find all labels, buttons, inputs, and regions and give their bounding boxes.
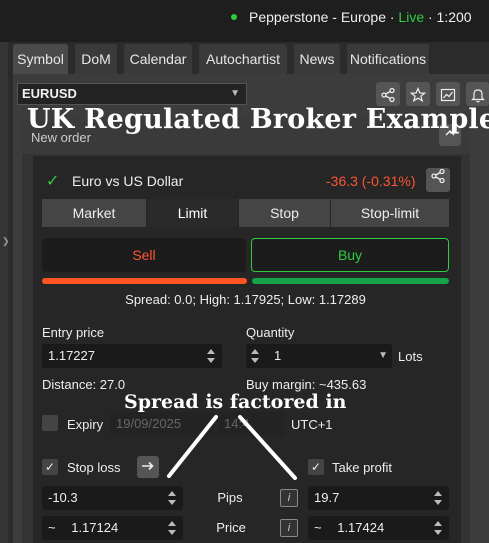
broker-name: Pepperstone - Europe · [249,9,399,25]
buy-button[interactable]: Buy [251,238,449,272]
entry-price-label: Entry price [42,325,105,340]
sell-indicator-bar [42,278,247,284]
timezone-label: UTC+1 [291,417,333,432]
approx-sign: ~ [48,520,56,535]
stop-loss-price-value: 1.17124 [71,520,119,535]
take-profit-pips-value: 19.7 [314,490,340,505]
stepper-icon[interactable] [206,347,216,365]
pips-info-icon[interactable]: i [280,489,298,507]
expiry-date-input[interactable]: 19/09/2025 [110,412,214,436]
take-profit-price-value: 1.17424 [337,520,385,535]
price-info-icon[interactable]: i [280,519,298,537]
stepper-icon[interactable] [167,519,177,537]
quantity-value: 1 [274,348,282,363]
pips-label: Pips [217,490,243,505]
live-indicator: Live [398,9,425,25]
entry-price-value: 1.17227 [48,348,95,363]
watermark-caption: UK Regulated Broker Example [27,104,489,135]
buy-margin-value: Buy margin: ~435.63 [246,377,367,392]
sell-button[interactable]: Sell [42,238,246,272]
share-order-button[interactable] [426,168,450,192]
trailing-stop-button[interactable] [137,456,159,478]
share-icon [381,87,395,102]
distance-value: Distance: 27.0 [42,377,126,392]
stop-loss-checkbox[interactable]: ✓ [42,459,58,475]
order-type-market[interactable]: Market [42,199,146,227]
entry-price-input[interactable]: 1.17227 [42,344,222,368]
annotation-caption: Spread is factored in [124,391,347,413]
quantity-label: Quantity [246,325,295,340]
tab-autochartist[interactable]: Autochartist [199,44,287,74]
expiry-time-input[interactable]: 14:4 [218,412,284,436]
arrow-right-icon [142,461,154,471]
tab-news[interactable]: News [294,44,340,74]
chevron-down-icon: ▼ [378,350,388,361]
stop-loss-price-input[interactable]: ~ 1.17124 [42,516,183,540]
favorite-button[interactable] [406,82,430,106]
tab-notifications[interactable]: Notifications [347,44,429,74]
expiry-label: Expiry [67,417,104,432]
share-button[interactable] [376,82,400,106]
stop-loss-pips-value: -10.3 [48,490,78,505]
connection-status-icon [231,14,237,20]
take-profit-price-input[interactable]: ~ 1.17424 [308,516,449,540]
approx-sign: ~ [314,520,322,535]
share-icon [431,168,445,184]
star-icon [409,86,427,102]
quantity-input[interactable]: 1 ▼ [246,344,392,368]
chart-button[interactable] [436,82,460,106]
lots-label: Lots [398,349,423,364]
stop-loss-label: Stop loss [67,460,121,475]
price-label: Price [216,520,246,535]
buy-indicator-bar [252,278,449,284]
instrument-name: Euro vs US Dollar [72,173,184,189]
panel-expand-icon[interactable]: ❯ [2,236,10,247]
bell-icon [470,88,485,102]
symbol-value: EURUSD [22,86,77,101]
order-type-limit[interactable]: Limit [147,199,238,227]
take-profit-pips-input[interactable]: 19.7 [308,486,449,510]
stepper-icon[interactable] [433,489,443,507]
alert-button[interactable] [466,82,489,106]
check-icon: ✓ [46,173,60,190]
spread-info: Spread: 0.0; High: 1.17925; Low: 1.17289 [125,292,366,307]
take-profit-label: Take profit [332,460,392,475]
chevron-down-icon: ▼ [230,88,240,99]
tab-calendar[interactable]: Calendar [124,44,192,74]
stop-loss-pips-input[interactable]: -10.3 [42,486,183,510]
symbol-select[interactable]: EURUSD ▼ [17,83,247,105]
left-panel-edge [0,42,8,543]
stepper-icon[interactable] [433,519,443,537]
chart-icon [440,88,456,101]
stepper-icon[interactable] [167,489,177,507]
stepper-icon[interactable] [250,347,260,365]
leverage: · 1:200 [424,9,472,25]
price-change: -36.3 (-0.31%) [326,173,416,189]
order-type-stop-limit[interactable]: Stop-limit [331,199,449,227]
take-profit-checkbox[interactable]: ✓ [308,459,324,475]
order-type-stop[interactable]: Stop [239,199,330,227]
tab-dom[interactable]: DoM [75,44,117,74]
expiry-checkbox[interactable] [42,415,58,431]
broker-status: Pepperstone - Europe · Live · 1:200 [249,9,472,25]
tab-symbol[interactable]: Symbol [13,44,68,74]
